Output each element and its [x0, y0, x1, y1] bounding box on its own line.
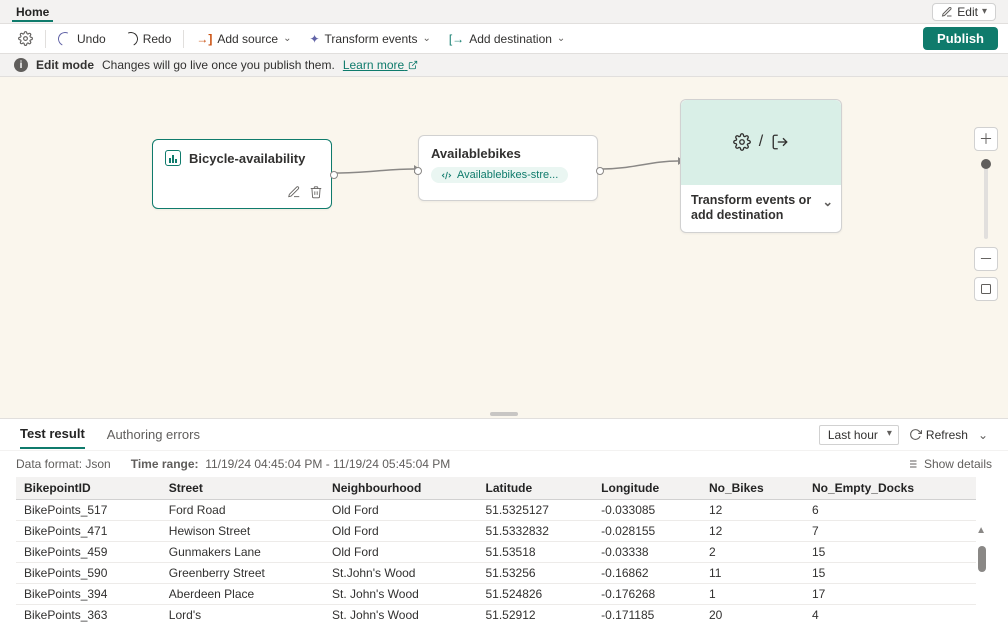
col-no_bikes[interactable]: No_Bikes: [701, 477, 804, 500]
add-destination-icon: [→: [449, 32, 464, 46]
gear-icon: [733, 133, 751, 151]
delete-node-button[interactable]: [309, 185, 323, 202]
banner-message: Changes will go live once you publish th…: [102, 58, 335, 72]
edit-menu-label: Edit: [957, 5, 978, 19]
zoom-fit-button[interactable]: [974, 277, 998, 301]
scrollbar-thumb[interactable]: [978, 546, 986, 572]
refresh-button[interactable]: Refresh: [909, 428, 968, 442]
edit-node-button[interactable]: [287, 185, 301, 202]
chevron-down-icon: ⌄: [283, 33, 291, 44]
transform-events-button[interactable]: ✦ Transform events ⌄: [301, 28, 438, 50]
chevron-down-icon: ▾: [982, 6, 987, 17]
show-details-button[interactable]: Show details: [906, 457, 992, 471]
refresh-icon: [909, 428, 922, 441]
edit-menu-button[interactable]: Edit ▾: [932, 3, 996, 21]
undo-button[interactable]: Undo: [50, 28, 114, 50]
add-source-icon: →]: [196, 32, 212, 46]
info-icon: i: [14, 58, 28, 72]
transform-node-title: Availablebikes: [431, 146, 585, 161]
tab-home[interactable]: Home: [12, 2, 53, 22]
col-neighbourhood[interactable]: Neighbourhood: [324, 477, 477, 500]
time-range-select[interactable]: Last hour: [819, 425, 899, 445]
exit-icon: [771, 133, 789, 151]
details-icon: [906, 458, 918, 470]
time-range-value: 11/19/24 04:45:04 PM - 11/19/24 05:45:04…: [205, 457, 450, 471]
scroll-up-icon[interactable]: ▲: [976, 525, 986, 536]
zoom-out-button[interactable]: －: [974, 247, 998, 271]
table-row[interactable]: BikePoints_471Hewison StreetOld Ford51.5…: [16, 521, 976, 542]
table-row[interactable]: BikePoints_394Aberdeen PlaceSt. John's W…: [16, 584, 976, 605]
settings-button[interactable]: [10, 27, 41, 50]
col-no_empty_docks[interactable]: No_Empty_Docks: [804, 477, 976, 500]
table-row[interactable]: BikePoints_363Lord'sSt. John's Wood51.52…: [16, 605, 976, 622]
table-row[interactable]: BikePoints_459Gunmakers LaneOld Ford51.5…: [16, 542, 976, 563]
destination-placeholder-node[interactable]: / Transform events or add destination ⌄: [680, 99, 842, 233]
panel-resize-handle[interactable]: [490, 412, 518, 416]
transform-node[interactable]: Availablebikes Availablebikes-stre...: [418, 135, 598, 201]
time-range-label: Time range:: [131, 457, 199, 471]
tab-authoring-errors[interactable]: Authoring errors: [107, 421, 200, 448]
data-format-value: Json: [85, 457, 110, 471]
edit-mode-banner: i Edit mode Changes will go live once yo…: [0, 54, 1008, 77]
pipeline-canvas[interactable]: Bicycle-availability Availablebikes Avai…: [0, 77, 1008, 418]
source-out-port[interactable]: [330, 171, 338, 179]
transform-out-port[interactable]: [596, 167, 604, 175]
col-latitude[interactable]: Latitude: [477, 477, 593, 500]
undo-icon: [56, 30, 74, 48]
table-row[interactable]: BikePoints_590Greenberry StreetSt.John's…: [16, 563, 976, 584]
transform-in-port[interactable]: [414, 167, 422, 175]
col-street[interactable]: Street: [161, 477, 324, 500]
learn-more-link[interactable]: Learn more: [343, 58, 418, 72]
publish-button[interactable]: Publish: [923, 27, 998, 50]
col-bikepointid[interactable]: BikepointID: [16, 477, 161, 500]
dest-placeholder-text: Transform events or add destination: [691, 193, 811, 223]
chevron-down-icon[interactable]: ⌄: [978, 428, 988, 442]
zoom-slider-thumb[interactable]: [981, 159, 991, 169]
chevron-down-icon: ⌄: [557, 33, 565, 44]
source-node[interactable]: Bicycle-availability: [152, 139, 332, 209]
chevron-down-icon: ⌄: [422, 33, 430, 44]
col-longitude[interactable]: Longitude: [593, 477, 701, 500]
banner-mode: Edit mode: [36, 58, 94, 72]
redo-icon: [122, 30, 140, 48]
source-chart-icon: [165, 150, 181, 166]
zoom-slider[interactable]: [984, 159, 988, 239]
results-table: BikepointIDStreetNeighbourhoodLatitudeLo…: [16, 477, 976, 622]
transform-icon: ✦: [309, 32, 319, 46]
zoom-in-button[interactable]: ＋: [974, 127, 998, 151]
data-format-label: Data format:: [16, 457, 82, 471]
add-destination-button[interactable]: [→ Add destination ⌄: [441, 28, 573, 50]
tab-test-result[interactable]: Test result: [20, 420, 85, 449]
source-node-title: Bicycle-availability: [189, 151, 305, 166]
table-row[interactable]: BikePoints_517Ford RoadOld Ford51.532512…: [16, 500, 976, 521]
chevron-down-icon[interactable]: ⌄: [823, 195, 833, 211]
transform-chip[interactable]: Availablebikes-stre...: [431, 167, 568, 183]
redo-button[interactable]: Redo: [116, 28, 180, 50]
add-source-button[interactable]: →] Add source ⌄: [188, 28, 299, 50]
